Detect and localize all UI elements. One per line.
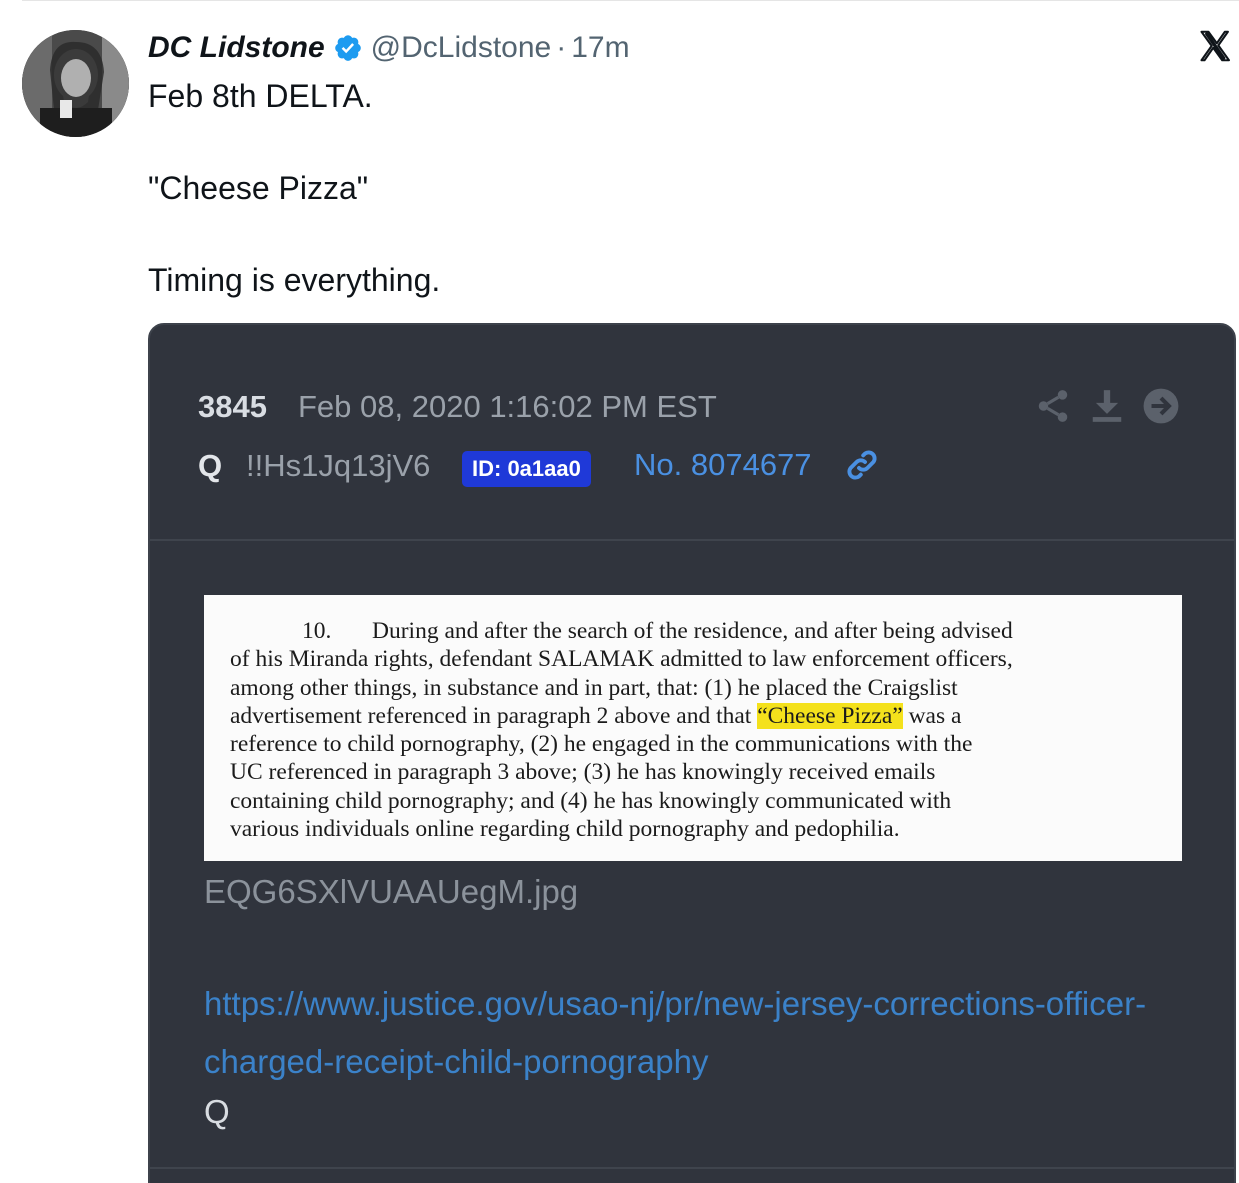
- separator-dot: ·: [556, 31, 567, 64]
- document-line: among other things, in substance and in …: [230, 674, 958, 701]
- avatar-photo: [22, 30, 129, 137]
- document-line-text: was a: [902, 702, 962, 729]
- document-line: various individuals online regarding chi…: [230, 816, 900, 843]
- attachment-filename: EQG6SXlVUAAUegM.jpg: [204, 873, 579, 910]
- post-actions: [1034, 387, 1180, 425]
- share-icon: [1034, 387, 1072, 425]
- link-icon: [844, 447, 880, 483]
- top-divider: [22, 0, 1239, 1]
- document-line: UC referenced in paragraph 3 above; (3) …: [230, 759, 936, 786]
- tweet-timestamp[interactable]: 17m: [571, 31, 629, 65]
- post-signature: Q: [204, 1093, 230, 1130]
- verified-badge-icon: [333, 33, 363, 63]
- avatar[interactable]: [22, 30, 129, 137]
- post-tripcode: !!Hs1Jq13jV6: [246, 448, 431, 483]
- document-line: 10. During and after the search of the re…: [230, 617, 1156, 645]
- post-date: Feb 08, 2020 1:16:02 PM EST: [298, 389, 717, 424]
- document-line: advertisement referenced in paragraph 2 …: [230, 702, 1156, 730]
- post-number-link: No. 8074677: [634, 447, 812, 482]
- document-line-text: advertisement referenced in paragraph 2 …: [230, 702, 758, 729]
- author-handle[interactable]: @DcLidstone: [371, 31, 552, 65]
- document-excerpt-image: 10. During and after the search of the re…: [204, 595, 1182, 861]
- x-logo-icon: [1196, 28, 1234, 64]
- tweet-page: DC Lidstone @DcLidstone · 17m Feb 8th DE…: [0, 0, 1239, 1183]
- post-author: Q: [198, 448, 223, 483]
- document-line-text: During and after the search of the resid…: [372, 618, 1013, 644]
- card-divider: [150, 1167, 1234, 1169]
- download-icon: [1088, 387, 1126, 425]
- tweet-text-line: Feb 8th DELTA.: [148, 78, 373, 114]
- card-divider: [150, 539, 1234, 541]
- tweet-text-line: Timing is everything.: [148, 262, 441, 298]
- source-url: https://www.justice.gov/usao-nj/pr/new-j…: [204, 985, 1147, 1080]
- author-name[interactable]: DC Lidstone: [148, 31, 325, 65]
- tweet-text-line: "Cheese Pizza": [148, 170, 369, 206]
- embedded-post-image[interactable]: 3845 Feb 08, 2020 1:16:02 PM EST Q !!Hs1…: [148, 323, 1236, 1183]
- id-badge: ID: 0a1aa0: [462, 451, 591, 487]
- tweet-header: DC Lidstone @DcLidstone · 17m: [148, 28, 630, 68]
- paragraph-number: 10.: [302, 618, 332, 644]
- highlighted-phrase: “Cheese Pizza”: [757, 702, 903, 729]
- arrow-right-circle-icon: [1142, 387, 1180, 425]
- document-line: of his Miranda rights, defendant SALAMAK…: [230, 646, 1013, 673]
- document-line: reference to child pornography, (2) he e…: [230, 731, 973, 758]
- document-line: containing child pornography; and (4) he…: [230, 787, 952, 814]
- post-number: 3845: [198, 389, 267, 424]
